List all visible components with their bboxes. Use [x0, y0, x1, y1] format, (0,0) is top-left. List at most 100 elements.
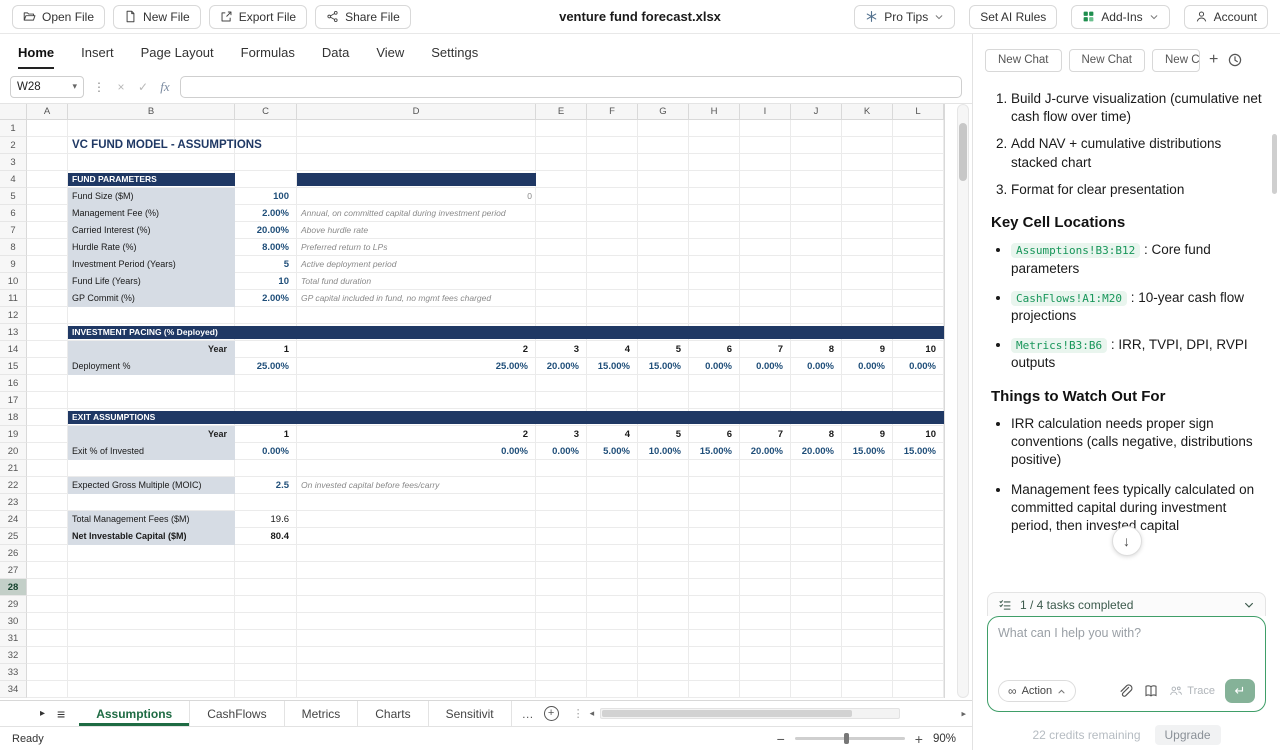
cell-C11[interactable]: 2.00%	[235, 290, 297, 307]
cell-J20[interactable]: 20.00%	[791, 443, 842, 460]
cell-B24[interactable]: Total Management Fees ($M)	[68, 511, 235, 528]
cell-H15[interactable]: 0.00%	[689, 358, 740, 375]
horizontal-scrollbar[interactable]	[600, 708, 900, 719]
row-header-16[interactable]: 16	[0, 375, 27, 392]
account-button[interactable]: Account	[1184, 5, 1268, 29]
cell-B2[interactable]: VC FUND MODEL - ASSUMPTIONS	[68, 137, 235, 154]
cell-J19[interactable]: 8	[791, 426, 842, 443]
column-header-D[interactable]: D	[297, 104, 536, 120]
cell-B14[interactable]: Year	[68, 341, 235, 358]
row-header-1[interactable]: 1	[0, 120, 27, 137]
cell-K14[interactable]: 9	[842, 341, 893, 358]
row-header-19[interactable]: 19	[0, 426, 27, 443]
insert-function-icon[interactable]: fx	[158, 79, 172, 95]
row-header-17[interactable]: 17	[0, 392, 27, 409]
chat-tab-3[interactable]: New C	[1152, 49, 1200, 72]
cell-D15[interactable]: 25.00%	[297, 358, 536, 375]
chat-tab-1[interactable]: New Chat	[985, 49, 1062, 72]
row-header-18[interactable]: 18	[0, 409, 27, 426]
pro-tips-button[interactable]: Pro Tips	[854, 5, 955, 29]
row-header-27[interactable]: 27	[0, 562, 27, 579]
chat-scrollbar-thumb[interactable]	[1272, 134, 1277, 194]
row-header-3[interactable]: 3	[0, 154, 27, 171]
cell-E19[interactable]: 3	[536, 426, 587, 443]
cell-I19[interactable]: 7	[740, 426, 791, 443]
cell-B13[interactable]: INVESTMENT PACING (% Deployed)	[68, 326, 944, 339]
zoom-slider[interactable]	[795, 737, 905, 740]
sheet-tab-charts[interactable]: Charts	[358, 701, 428, 726]
chevron-down-icon[interactable]	[1243, 599, 1255, 611]
cell-G14[interactable]: 5	[638, 341, 689, 358]
cell-B20[interactable]: Exit % of Invested	[68, 443, 235, 460]
cell-L19[interactable]: 10	[893, 426, 944, 443]
column-header-H[interactable]: H	[689, 104, 740, 120]
tasks-summary-bar[interactable]: 1 / 4 tasks completed	[987, 592, 1266, 616]
row-header-9[interactable]: 9	[0, 256, 27, 273]
column-header-E[interactable]: E	[536, 104, 587, 120]
sheet-tab-metrics[interactable]: Metrics	[285, 701, 359, 726]
row-header-5[interactable]: 5	[0, 188, 27, 205]
row-header-7[interactable]: 7	[0, 222, 27, 239]
confirm-entry-icon[interactable]: ✓	[136, 80, 150, 94]
zoom-out-button[interactable]: −	[777, 731, 785, 747]
share-file-button[interactable]: Share File	[315, 5, 411, 29]
knowledge-book-icon[interactable]	[1143, 683, 1159, 699]
row-header-20[interactable]: 20	[0, 443, 27, 460]
new-file-button[interactable]: New File	[113, 5, 201, 29]
formula-input[interactable]	[180, 76, 962, 98]
cell-L14[interactable]: 10	[893, 341, 944, 358]
menu-formulas[interactable]: Formulas	[241, 36, 295, 69]
cell-C15[interactable]: 25.00%	[235, 358, 297, 375]
cell-D14[interactable]: 2	[297, 341, 536, 358]
column-header-C[interactable]: C	[235, 104, 297, 120]
menu-insert[interactable]: Insert	[81, 36, 114, 69]
sheet-list-icon[interactable]: ≡	[57, 706, 65, 722]
cell-C8[interactable]: 8.00%	[235, 239, 297, 256]
cell-G19[interactable]: 5	[638, 426, 689, 443]
cell-reference-chip[interactable]: CashFlows!A1:M20	[1011, 291, 1127, 306]
cell-H14[interactable]: 6	[689, 341, 740, 358]
sheet-nav-icon[interactable]: ▸	[40, 708, 45, 719]
grid-vertical-scrollbar[interactable]	[957, 104, 969, 698]
grid-vscroll-thumb[interactable]	[959, 123, 967, 181]
row-header-28[interactable]: 28	[0, 579, 27, 596]
cell-G20[interactable]: 10.00%	[638, 443, 689, 460]
name-box[interactable]: W28 ▾	[10, 76, 84, 98]
zoom-slider-thumb[interactable]	[844, 733, 849, 744]
cell-L20[interactable]: 15.00%	[893, 443, 944, 460]
row-header-4[interactable]: 4	[0, 171, 27, 188]
row-header-14[interactable]: 14	[0, 341, 27, 358]
sheet-tab-assumptions[interactable]: Assumptions	[79, 701, 190, 726]
row-header-31[interactable]: 31	[0, 630, 27, 647]
scroll-to-bottom-button[interactable]: ↓	[1112, 526, 1142, 556]
set-ai-rules-button[interactable]: Set AI Rules	[969, 5, 1057, 29]
cell-C24[interactable]: 19.6	[235, 511, 297, 528]
cell-B4[interactable]: FUND PARAMETERS	[68, 173, 235, 186]
cell-D5[interactable]: 0	[297, 188, 536, 205]
cell-B5[interactable]: Fund Size ($M)	[68, 188, 235, 205]
cell-E20[interactable]: 0.00%	[536, 443, 587, 460]
row-header-26[interactable]: 26	[0, 545, 27, 562]
cell-B11[interactable]: GP Commit (%)	[68, 290, 235, 307]
row-header-6[interactable]: 6	[0, 205, 27, 222]
cell-K19[interactable]: 9	[842, 426, 893, 443]
cell-C9[interactable]: 5	[235, 256, 297, 273]
more-options-icon[interactable]: ⋮	[92, 80, 106, 94]
cell-G15[interactable]: 15.00%	[638, 358, 689, 375]
cell-B10[interactable]: Fund Life (Years)	[68, 273, 235, 290]
row-header-21[interactable]: 21	[0, 460, 27, 477]
hscroll-thumb[interactable]	[602, 710, 852, 717]
column-header-I[interactable]: I	[740, 104, 791, 120]
cell-D6[interactable]: Annual, on committed capital during inve…	[297, 205, 536, 222]
attach-file-icon[interactable]	[1117, 683, 1133, 699]
hscroll-handle-icon[interactable]: ⋮	[573, 707, 584, 720]
row-header-23[interactable]: 23	[0, 494, 27, 511]
row-header-25[interactable]: 25	[0, 528, 27, 545]
cell-B22[interactable]: Expected Gross Multiple (MOIC)	[68, 477, 235, 494]
row-header-33[interactable]: 33	[0, 664, 27, 681]
row-header-2[interactable]: 2	[0, 137, 27, 154]
open-file-button[interactable]: Open File	[12, 5, 105, 29]
row-header-22[interactable]: 22	[0, 477, 27, 494]
cell-C10[interactable]: 10	[235, 273, 297, 290]
cell-B7[interactable]: Carried Interest (%)	[68, 222, 235, 239]
